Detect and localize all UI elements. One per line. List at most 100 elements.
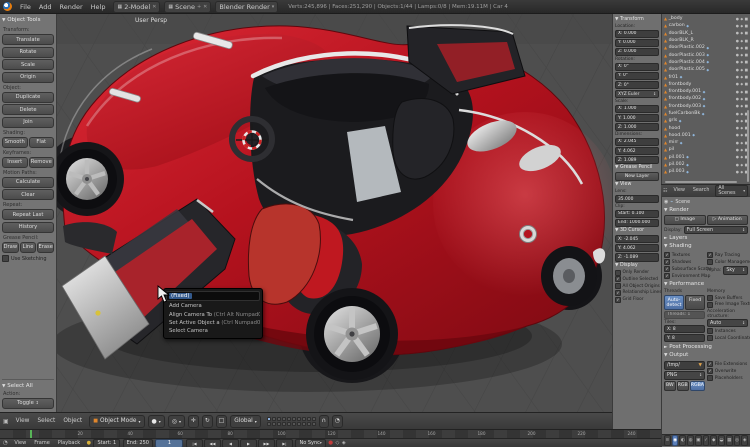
- cursor-location-field[interactable]: Z: -1.089: [615, 253, 659, 262]
- free-image-textures-checkbox[interactable]: Free Image Textures: [707, 301, 750, 309]
- pivot-dropdown[interactable]: ◎ ▾: [167, 414, 186, 428]
- record-button[interactable]: ●: [328, 440, 333, 446]
- layer-dot[interactable]: [271, 416, 276, 421]
- add-icon[interactable]: +: [197, 4, 201, 10]
- grid-floor-checkbox[interactable]: ✓ Grid Floor: [615, 296, 659, 303]
- layer-dot[interactable]: [286, 421, 291, 426]
- jump-to-end-button[interactable]: ▶|: [275, 438, 293, 447]
- layer-dot[interactable]: [296, 416, 301, 421]
- visibility-eye-icon[interactable]: ●: [736, 31, 739, 35]
- checkbox-icon[interactable]: ✓: [615, 289, 621, 296]
- render-image-button[interactable]: ▢ Image: [664, 215, 706, 225]
- tile-y-field[interactable]: Y: 8: [664, 334, 705, 343]
- checkbox-icon[interactable]: ✓: [664, 273, 671, 280]
- properties-tab-9[interactable]: ◎: [733, 435, 741, 446]
- bw-button[interactable]: BW: [664, 381, 676, 391]
- visibility-eye-icon[interactable]: ●: [736, 60, 739, 64]
- wrench-icon[interactable]: ⌁: [670, 199, 673, 205]
- renderable-camera-icon[interactable]: ■: [745, 97, 748, 101]
- layer-dot[interactable]: [286, 416, 291, 421]
- selectable-arrow-icon[interactable]: ◆: [740, 60, 743, 64]
- play-button[interactable]: ▶: [239, 438, 257, 447]
- checkbox-icon[interactable]: ✓: [664, 252, 671, 259]
- origin-button[interactable]: Origin: [2, 71, 54, 83]
- layer-dot[interactable]: [306, 416, 311, 421]
- color-management-checkbox[interactable]: Color Management: [707, 259, 750, 266]
- manipulator-rotate-button[interactable]: ↻: [201, 414, 213, 428]
- selectable-arrow-icon[interactable]: ◆: [740, 170, 743, 174]
- outliner-item-doorPlastic.004[interactable]: ▲ doorPlastic.004 ◆ ● ◆ ■: [664, 59, 748, 66]
- cursor-location-field[interactable]: Y: 4.062: [615, 244, 659, 253]
- render-engine-selector[interactable]: Blender Render ▾: [215, 0, 279, 13]
- ray-tracing-checkbox[interactable]: ✓ Ray Tracing: [707, 252, 748, 259]
- scale-button[interactable]: Scale: [2, 59, 54, 70]
- outliner-menu-view[interactable]: View: [669, 187, 688, 194]
- delete-button[interactable]: Delete: [2, 104, 54, 115]
- checkbox-icon[interactable]: ✓: [707, 361, 714, 368]
- outliner-item-frontbody.001[interactable]: ▲ frontbody.001 ◆ ● ◆ ■: [664, 88, 748, 95]
- visibility-eye-icon[interactable]: ●: [736, 104, 739, 108]
- context-menu-item[interactable]: Select Camera: [166, 327, 260, 335]
- checkbox-icon[interactable]: [2, 255, 9, 262]
- dimension-field[interactable]: Z: 1.089: [615, 156, 659, 165]
- outliner-item-mirr[interactable]: ▲mirr◆●◆■: [664, 139, 748, 146]
- all-object-origins-checkbox[interactable]: All Object Origins: [615, 283, 660, 290]
- layer-dot[interactable]: [301, 416, 306, 421]
- rgba-button[interactable]: RGBA: [689, 381, 705, 391]
- subsurface-scatte-checkbox[interactable]: ✓ Subsurface Scatte: [664, 266, 712, 273]
- renderable-camera-icon[interactable]: ■: [745, 39, 748, 43]
- translate-button[interactable]: Translate: [2, 34, 54, 45]
- outliner-editor-icon[interactable]: ☷: [663, 188, 667, 194]
- display-mode-dropdown[interactable]: Full Screen ↕: [683, 225, 748, 235]
- selectable-arrow-icon[interactable]: ◆: [740, 97, 743, 101]
- calculate-button[interactable]: Calculate: [2, 176, 54, 188]
- visibility-eye-icon[interactable]: ●: [736, 141, 739, 145]
- layer-dot[interactable]: [266, 416, 271, 421]
- visibility-eye-icon[interactable]: ●: [736, 97, 739, 101]
- close-icon[interactable]: ✕: [152, 4, 156, 10]
- outliner-item-doorBLK_L[interactable]: ▲ doorBLK_L ● ◆ ■: [664, 30, 748, 37]
- context-menu-item[interactable]: Set Active Object a (Ctrl Numpad0): [166, 319, 260, 327]
- properties-tab-10[interactable]: ◈: [741, 435, 749, 446]
- layer-dot[interactable]: [291, 421, 296, 426]
- history-button[interactable]: History: [2, 221, 54, 233]
- dimension-field[interactable]: X: 2.045: [615, 137, 659, 147]
- insert-button[interactable]: Insert: [2, 156, 28, 168]
- keying-icon[interactable]: ◈: [342, 440, 346, 446]
- lens-field[interactable]: 35.000: [615, 194, 659, 204]
- outliner-item-hood[interactable]: ▲hood●◆■: [664, 124, 748, 131]
- selectable-arrow-icon[interactable]: ◆: [740, 53, 743, 57]
- layer-dot[interactable]: [281, 416, 286, 421]
- file-extensions-checkbox[interactable]: ✓ File Extensions: [707, 361, 748, 368]
- instances-checkbox[interactable]: Instances: [707, 328, 748, 335]
- view-panel-header[interactable]: ▼ View: [615, 182, 659, 187]
- menu-render[interactable]: Render: [55, 2, 86, 12]
- manipulator-translate-button[interactable]: ✛: [188, 414, 199, 428]
- 3d-viewport[interactable]: User Persp (Fixed) Add Camera Align Camer…: [57, 14, 612, 412]
- clear-button[interactable]: Clear: [2, 189, 54, 200]
- outliner-hscrollbar[interactable]: [665, 180, 737, 183]
- visibility-eye-icon[interactable]: ●: [736, 82, 739, 86]
- selectable-arrow-icon[interactable]: ◆: [740, 141, 743, 145]
- menu-add[interactable]: Add: [35, 2, 56, 12]
- renderable-camera-icon[interactable]: ■: [745, 82, 748, 86]
- local-coordinates-checkbox[interactable]: Local Coordinates: [707, 335, 750, 342]
- tile-x-field[interactable]: X: 8: [664, 325, 705, 334]
- visibility-eye-icon[interactable]: ●: [736, 53, 739, 57]
- render-opengl-button[interactable]: ◔: [332, 414, 344, 428]
- layer-dot[interactable]: [276, 416, 281, 421]
- selectable-arrow-icon[interactable]: ◆: [740, 133, 743, 137]
- sync-dropdown[interactable]: No Sync ▾: [295, 438, 326, 447]
- car-model[interactable]: [57, 24, 612, 392]
- properties-tab-0[interactable]: ≡: [664, 435, 671, 446]
- checkbox-icon[interactable]: [707, 335, 714, 342]
- layer-dot[interactable]: [266, 421, 271, 426]
- frame-start-field[interactable]: Start: 1: [93, 438, 121, 447]
- selectable-arrow-icon[interactable]: ◆: [740, 104, 743, 108]
- layer-dot[interactable]: [271, 421, 276, 426]
- shading-dropdown[interactable]: ● ▾: [147, 414, 165, 428]
- selectable-arrow-icon[interactable]: ◆: [740, 112, 743, 116]
- location-field[interactable]: Z: 0.000: [615, 47, 659, 57]
- visibility-eye-icon[interactable]: ●: [736, 126, 739, 130]
- visibility-eye-icon[interactable]: ●: [736, 163, 739, 167]
